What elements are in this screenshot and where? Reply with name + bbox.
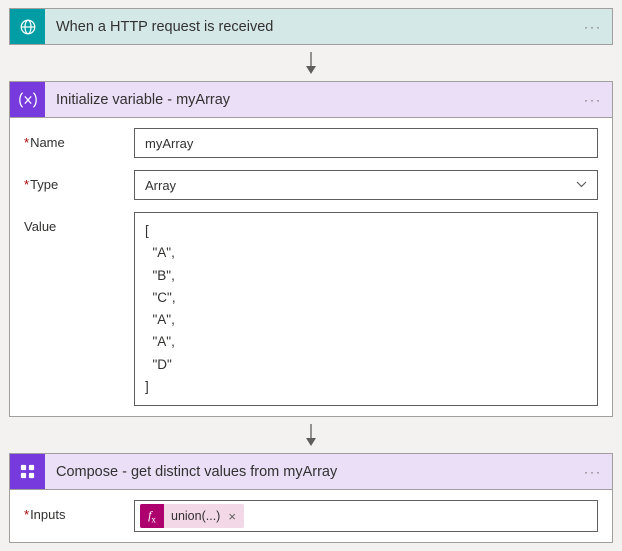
http-icon <box>10 9 45 44</box>
initvar-title: Initialize variable - myArray <box>45 92 574 108</box>
compose-card: Compose - get distinct values from myArr… <box>9 453 613 543</box>
value-input[interactable]: [ "A", "B", "C", "A", "A", "D" ] <box>134 212 598 406</box>
inputs-field[interactable]: fx union(...) × <box>134 500 598 532</box>
name-label: Name <box>24 128 134 158</box>
chevron-down-icon <box>576 179 587 191</box>
arrow-connector <box>8 420 614 450</box>
trigger-menu-button[interactable]: ··· <box>574 16 612 38</box>
remove-token-button[interactable]: × <box>225 510 244 523</box>
initvar-menu-button[interactable]: ··· <box>574 89 612 111</box>
compose-body: Inputs fx union(...) × <box>10 489 612 542</box>
variable-icon <box>10 82 45 117</box>
initvar-header[interactable]: Initialize variable - myArray ··· <box>10 82 612 117</box>
type-select[interactable]: Array <box>134 170 598 200</box>
expression-token[interactable]: fx union(...) × <box>140 504 244 528</box>
value-label: Value <box>24 212 134 406</box>
compose-menu-button[interactable]: ··· <box>574 461 612 483</box>
initialize-variable-card: Initialize variable - myArray ··· Name T… <box>9 81 613 417</box>
trigger-card: When a HTTP request is received ··· <box>9 8 613 45</box>
arrow-connector <box>8 48 614 78</box>
compose-header[interactable]: Compose - get distinct values from myArr… <box>10 454 612 489</box>
data-operations-icon <box>10 454 45 489</box>
initvar-body: Name Type Array Value [ "A", "B", "C", "… <box>10 117 612 416</box>
type-label: Type <box>24 170 134 200</box>
inputs-label: Inputs <box>24 500 134 532</box>
compose-title: Compose - get distinct values from myArr… <box>45 464 574 480</box>
expression-text: union(...) <box>164 509 225 523</box>
trigger-title: When a HTTP request is received <box>45 19 574 35</box>
type-select-value: Array <box>145 178 176 193</box>
trigger-header[interactable]: When a HTTP request is received ··· <box>10 9 612 44</box>
name-input[interactable] <box>134 128 598 158</box>
fx-icon: fx <box>140 504 164 528</box>
